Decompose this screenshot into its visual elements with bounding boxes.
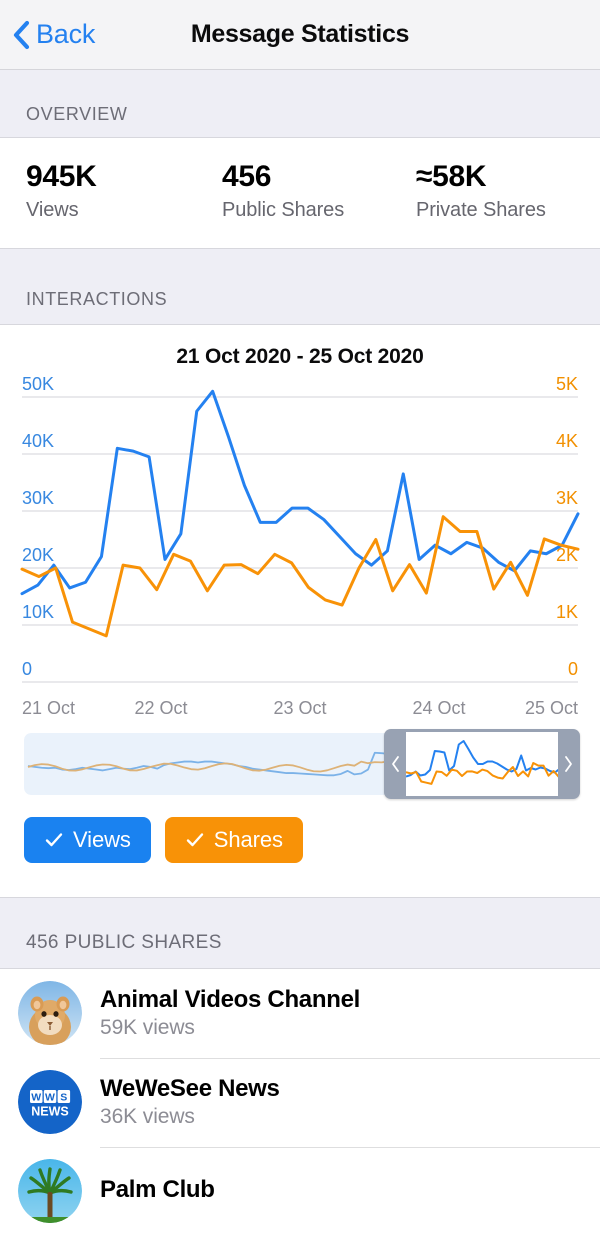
check-icon	[185, 830, 205, 850]
list-item-text: WeWeSee News 36K views	[100, 1075, 280, 1130]
chart-plot-area[interactable]: 0 10K 20K 30K 40K 50K 0 1K 2K 3K 4K 5K 21 Oct 22 Oct 2…	[0, 377, 600, 727]
public-shares-section-header: 456 PUBLIC SHARES	[0, 896, 600, 968]
overview-stats: 945K Views 456 Public Shares ≈58K Privat…	[0, 137, 600, 249]
chart-range-minimap[interactable]	[24, 728, 580, 799]
stat-value: ≈58K	[416, 160, 487, 193]
filter-label: Views	[73, 826, 131, 852]
svg-text:NEWS: NEWS	[31, 1105, 69, 1119]
list-item-title: Palm Club	[100, 1175, 215, 1203]
stat-private-shares: ≈58K Private Shares	[390, 160, 546, 222]
chevron-left-icon	[12, 20, 30, 50]
svg-text:20K: 20K	[22, 545, 54, 565]
stat-value: 456	[222, 160, 272, 193]
stat-views: 945K Views	[0, 160, 196, 222]
svg-text:40K: 40K	[22, 431, 54, 451]
avatar	[18, 981, 82, 1045]
avatar: W W S NEWS	[18, 1070, 82, 1134]
svg-text:24 Oct: 24 Oct	[412, 698, 465, 718]
chart-title: 21 Oct 2020 - 25 Oct 2020	[176, 344, 424, 368]
back-button[interactable]: Back	[12, 19, 95, 50]
public-shares-list: Animal Videos Channel 59K views W W S NE…	[0, 967, 600, 1236]
svg-text:0: 0	[568, 659, 578, 679]
overview-section-header: OVERVIEW	[0, 70, 600, 137]
filter-label: Shares	[213, 826, 283, 852]
svg-text:30K: 30K	[22, 488, 54, 508]
wws-news-logo-icon: W W S NEWS	[18, 1070, 82, 1134]
stat-label: Views	[26, 198, 79, 221]
selected-range-preview	[406, 739, 558, 785]
chevron-left-icon	[390, 754, 401, 774]
svg-text:23 Oct: 23 Oct	[273, 698, 326, 718]
svg-text:25 Oct: 25 Oct	[525, 698, 578, 718]
svg-text:4K: 4K	[556, 431, 578, 451]
svg-text:1K: 1K	[556, 602, 578, 622]
svg-text:3K: 3K	[556, 488, 578, 508]
stat-label: Private Shares	[416, 198, 546, 221]
navbar: Back Message Statistics	[0, 0, 600, 70]
svg-text:22 Oct: 22 Oct	[134, 698, 187, 718]
interactions-section-header: INTERACTIONS	[0, 248, 600, 324]
svg-text:W: W	[45, 1092, 55, 1104]
list-item-subtitle: 36K views	[100, 1105, 195, 1129]
interactions-chart-card: 21 Oct 2020 - 25 Oct 2020 0 10K 20K 30K 40K 5…	[0, 323, 600, 897]
svg-text:S: S	[60, 1092, 67, 1104]
series-filter-group: Views Shares	[0, 795, 600, 889]
chevron-right-icon	[563, 754, 574, 774]
stat-public-shares: 456 Public Shares	[196, 160, 390, 222]
svg-text:5K: 5K	[556, 377, 578, 394]
range-handle-left[interactable]	[384, 729, 406, 799]
list-item-subtitle: 59K views	[100, 1016, 195, 1040]
back-label: Back	[36, 19, 96, 49]
list-item[interactable]: W W S NEWS WeWeSee News 36K views	[0, 1057, 600, 1147]
list-item[interactable]: Palm Club	[0, 1146, 600, 1236]
list-item-text: Palm Club	[100, 1176, 215, 1207]
interactions-line-chart[interactable]: 010K20K30K40K50K01K2K3K4K5K21 Oct 22 Oct 2…	[0, 377, 600, 727]
list-item[interactable]: Animal Videos Channel 59K views	[0, 969, 600, 1058]
svg-text:21 Oct: 21 Oct	[22, 698, 75, 718]
svg-text:50K: 50K	[22, 377, 54, 394]
check-icon	[44, 830, 64, 850]
list-item-text: Animal Videos Channel 59K views	[100, 986, 360, 1041]
filter-toggle-views[interactable]: Views	[24, 816, 151, 863]
list-item-title: WeWeSee News	[100, 1074, 280, 1102]
stat-label: Public Shares	[222, 198, 345, 221]
range-handle-right[interactable]	[558, 729, 580, 799]
svg-text:W: W	[31, 1092, 41, 1104]
stat-value: 945K	[26, 160, 97, 193]
avatar	[18, 1159, 82, 1223]
range-selector-viewport	[406, 731, 558, 796]
svg-text:0: 0	[22, 659, 32, 679]
lion-cub-photo-icon	[18, 981, 82, 1045]
range-selector-window[interactable]	[384, 728, 580, 799]
palm-tree-photo-icon	[18, 1159, 82, 1223]
filter-toggle-shares[interactable]: Shares	[164, 816, 303, 863]
svg-text:10K: 10K	[22, 602, 54, 622]
list-item-title: Animal Videos Channel	[100, 985, 360, 1013]
